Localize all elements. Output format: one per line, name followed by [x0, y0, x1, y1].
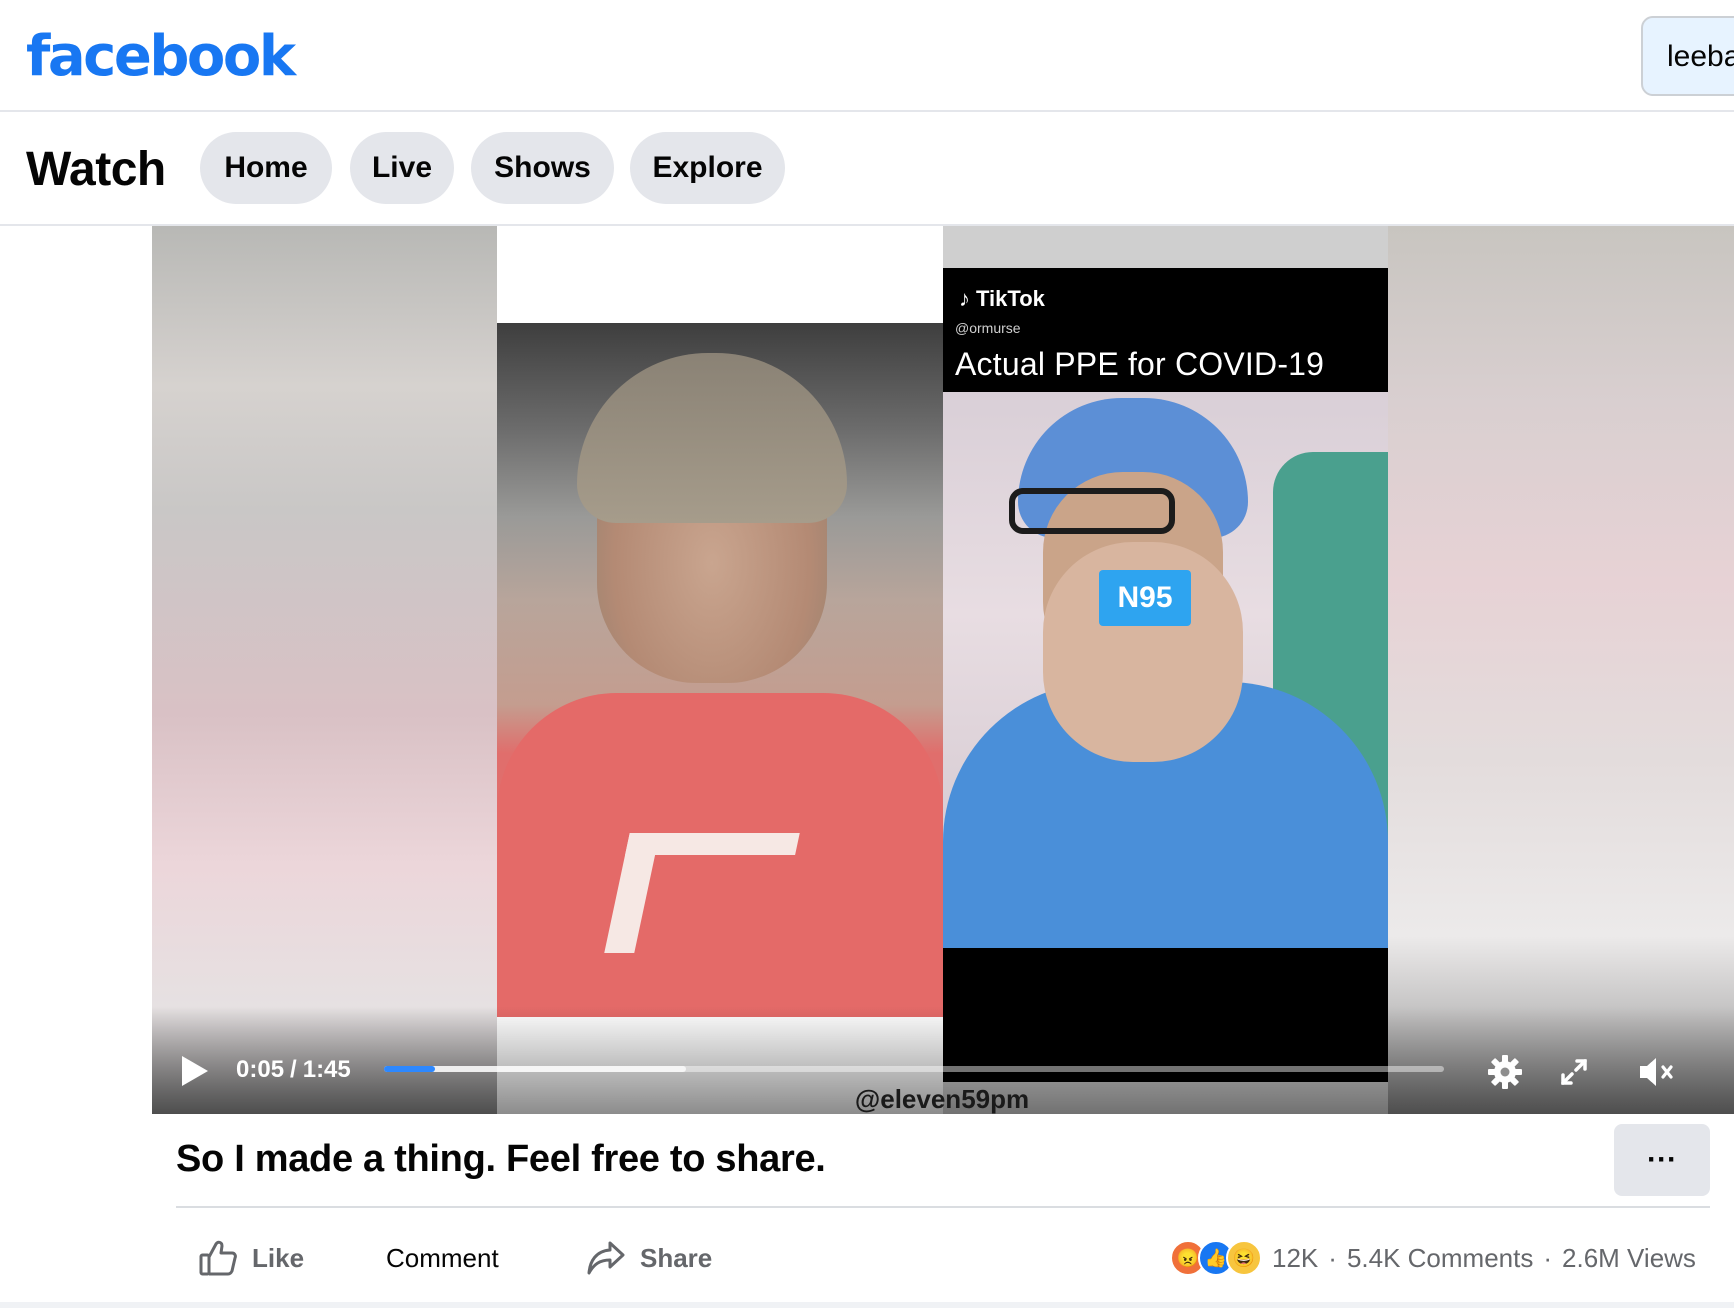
post-title: So I made a thing. Feel free to share. — [176, 1138, 826, 1180]
comment-label: Comment — [386, 1242, 499, 1273]
tiktok-brand-label: TikTok — [976, 286, 1045, 311]
more-options-button[interactable]: ··· — [1614, 1124, 1710, 1196]
progress-played — [384, 1066, 435, 1072]
tiktok-note-icon: ♪ — [959, 286, 970, 311]
tiktok-handle: @ormurse — [955, 320, 1021, 336]
fullscreen-icon[interactable] — [1552, 1050, 1596, 1094]
progress-bar[interactable] — [384, 1066, 1444, 1072]
video-player[interactable]: ♪ TikTok @ormurse Actual PPE for COVID-1… — [152, 226, 1734, 1114]
blurred-backdrop-right — [1388, 226, 1734, 1114]
duration: 1:45 — [302, 1056, 351, 1083]
video-caption: Actual PPE for COVID-19 — [955, 346, 1325, 382]
stats-dot: · — [1543, 1242, 1553, 1273]
tiktok-logo: ♪ TikTok — [959, 286, 1045, 312]
facebook-logo[interactable]: facebook — [26, 24, 296, 89]
tab-explore[interactable]: Explore — [630, 132, 785, 204]
time-display: 0:05 / 1:45 — [236, 1056, 351, 1084]
share-label: Share — [640, 1242, 713, 1273]
like-button[interactable]: Like — [198, 1232, 304, 1284]
top-header: facebook leeba — [0, 0, 1734, 112]
divider — [176, 1206, 1710, 1208]
tab-live[interactable]: Live — [350, 132, 454, 204]
share-arrow-icon — [587, 1241, 625, 1275]
settings-gear-icon[interactable] — [1483, 1050, 1527, 1094]
feed-separator — [0, 1302, 1734, 1308]
views-count: 2.6M Views — [1562, 1242, 1696, 1273]
haha-reaction-icon: 😆 — [1226, 1240, 1262, 1276]
glasses — [1009, 488, 1175, 534]
tab-shows[interactable]: Shows — [471, 132, 614, 204]
thumbs-up-icon — [199, 1240, 237, 1276]
play-icon[interactable] — [182, 1056, 208, 1086]
shirt-logo — [604, 833, 800, 953]
watch-navbar: Watch Home Live Shows Explore — [0, 114, 1734, 226]
nurse-scene — [943, 392, 1388, 948]
stats-dot: · — [1328, 1242, 1337, 1273]
video-clip-woman-in-car — [497, 323, 943, 1017]
comment-button[interactable]: Comment — [386, 1232, 499, 1284]
engagement-stats: 😠 👍 😆 12K · 5.4K Comments · 2.6M Views — [1170, 1234, 1696, 1282]
hair — [577, 353, 847, 523]
share-button[interactable]: Share — [586, 1232, 712, 1284]
blurred-backdrop-left — [152, 226, 497, 1114]
account-search-button[interactable]: leeba — [1641, 16, 1734, 96]
reaction-count[interactable]: 12K — [1272, 1243, 1318, 1274]
n95-label: N95 — [1099, 570, 1191, 626]
muted-speaker-icon[interactable] — [1636, 1050, 1680, 1094]
reaction-icons[interactable]: 😠 👍 😆 — [1170, 1240, 1262, 1276]
like-label: Like — [252, 1242, 305, 1273]
page-title: Watch — [26, 143, 166, 196]
comments-count[interactable]: 5.4K Comments — [1347, 1243, 1533, 1274]
video-clip-tiktok-nurse: ♪ TikTok @ormurse Actual PPE for COVID-1… — [943, 268, 1388, 1082]
time-separator: / — [290, 1056, 297, 1083]
video-watermark: @eleven59pm — [854, 1084, 1030, 1114]
current-time: 0:05 — [236, 1056, 285, 1083]
tab-home[interactable]: Home — [200, 132, 332, 204]
